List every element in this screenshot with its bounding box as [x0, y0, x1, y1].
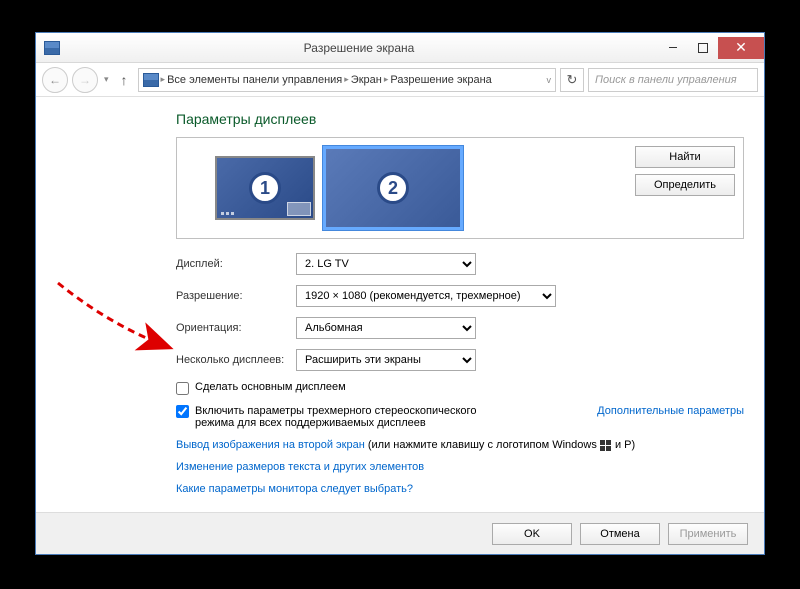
resolution-label: Разрешение: — [176, 290, 296, 302]
forward-button[interactable]: → — [72, 67, 98, 93]
display-settings-window: Разрешение экрана ✕ ← → ▾ ↑ ▸ Все элемен… — [35, 32, 765, 555]
dialog-footer: OK Отмена Применить — [36, 512, 764, 554]
chevron-right-icon: ▸ — [161, 74, 166, 85]
breadcrumb-item[interactable]: Разрешение экрана — [390, 74, 491, 86]
second-screen-key: и P) — [612, 439, 635, 451]
monitor-1[interactable]: 1 — [215, 156, 315, 220]
ok-button[interactable]: OK — [492, 523, 572, 545]
which-monitor-link[interactable]: Какие параметры монитора следует выбрать… — [176, 483, 413, 495]
stereo-3d-label: Включить параметры трехмерного стереоско… — [195, 405, 515, 429]
window-icon — [44, 41, 60, 55]
display-label: Дисплей: — [176, 258, 296, 270]
taskbar-indicator — [287, 202, 311, 216]
breadcrumb-item[interactable]: Экран — [351, 74, 382, 86]
chevron-right-icon: ▸ — [344, 74, 349, 85]
second-screen-link[interactable]: Вывод изображения на второй экран — [176, 439, 365, 451]
stereo-3d-checkbox[interactable] — [176, 405, 189, 418]
control-panel-icon — [143, 73, 159, 87]
find-button[interactable]: Найти — [635, 146, 735, 168]
refresh-button[interactable]: ↻ — [560, 68, 584, 92]
minimize-button[interactable] — [658, 37, 688, 59]
content-area: Параметры дисплеев 1 2 Найти Определить … — [36, 97, 764, 509]
breadcrumb-item[interactable]: Все элементы панели управления — [167, 74, 342, 86]
back-button[interactable]: ← — [42, 67, 68, 93]
titlebar[interactable]: Разрешение экрана ✕ — [36, 33, 764, 63]
page-heading: Параметры дисплеев — [176, 111, 744, 127]
text-size-link[interactable]: Изменение размеров текста и других элеме… — [176, 461, 424, 473]
multiple-displays-label: Несколько дисплеев: — [176, 354, 296, 366]
apply-button[interactable]: Применить — [668, 523, 748, 545]
orientation-select[interactable]: Альбомная — [296, 317, 476, 339]
display-preview: 1 2 Найти Определить — [176, 137, 744, 239]
breadcrumb[interactable]: ▸ Все элементы панели управления ▸ Экран… — [138, 68, 556, 92]
maximize-button[interactable] — [688, 37, 718, 59]
close-button[interactable]: ✕ — [718, 37, 764, 59]
identify-button[interactable]: Определить — [635, 174, 735, 196]
chevron-right-icon: ▸ — [384, 74, 389, 85]
second-screen-hint: (или нажмите клавишу с логотипом Windows — [365, 439, 600, 451]
monitor-number: 1 — [249, 172, 281, 204]
search-input[interactable] — [588, 68, 758, 92]
windows-logo-icon — [600, 439, 612, 451]
make-primary-label: Сделать основным дисплеем — [195, 381, 346, 393]
monitor-number: 2 — [377, 172, 409, 204]
display-select[interactable]: 2. LG TV — [296, 253, 476, 275]
cancel-button[interactable]: Отмена — [580, 523, 660, 545]
breadcrumb-dropdown[interactable]: v — [547, 75, 552, 85]
monitor-2-selected[interactable]: 2 — [323, 146, 463, 230]
orientation-label: Ориентация: — [176, 322, 296, 334]
resolution-select[interactable]: 1920 × 1080 (рекомендуется, трехмерное) — [296, 285, 556, 307]
window-title: Разрешение экрана — [60, 41, 658, 55]
make-primary-checkbox[interactable] — [176, 382, 189, 395]
up-button[interactable]: ↑ — [115, 72, 134, 88]
multiple-displays-select[interactable]: Расширить эти экраны — [296, 349, 476, 371]
history-dropdown[interactable]: ▾ — [102, 74, 111, 85]
navbar: ← → ▾ ↑ ▸ Все элементы панели управления… — [36, 63, 764, 97]
advanced-settings-link[interactable]: Дополнительные параметры — [597, 405, 744, 417]
